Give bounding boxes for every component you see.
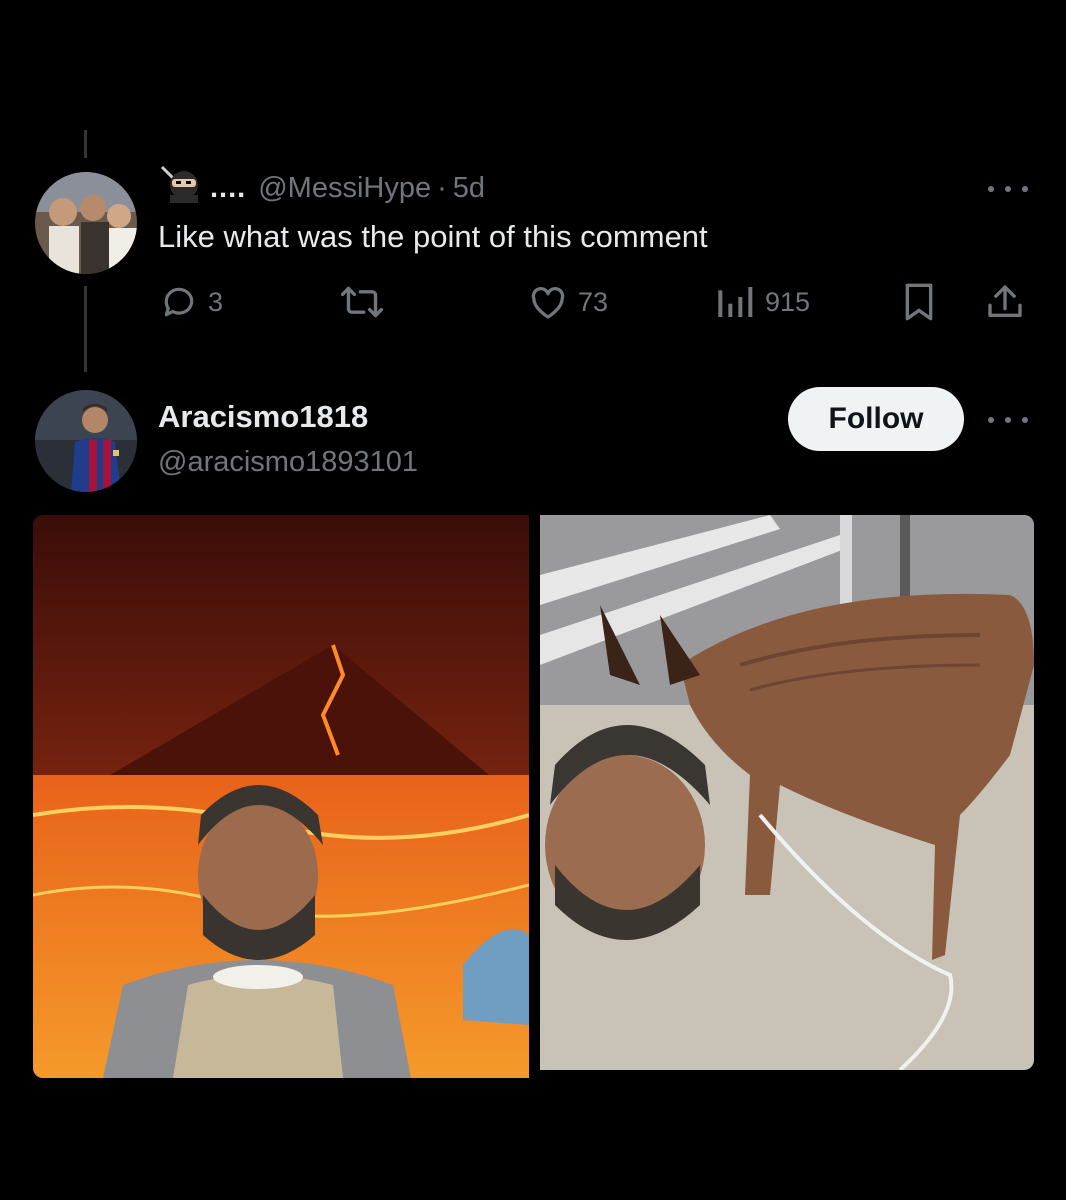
- reply-text: Like what was the point of this comment: [158, 219, 708, 254]
- like-button[interactable]: 73: [528, 282, 608, 322]
- suggested-user-avatar[interactable]: [35, 390, 137, 492]
- suggested-user-more-icon[interactable]: [988, 414, 1028, 426]
- ninja-emoji-icon: [158, 165, 202, 211]
- suggested-user-name[interactable]: Aracismo1818: [158, 399, 368, 435]
- post-image-right[interactable]: [540, 515, 1034, 1070]
- reply-handle[interactable]: @MessiHype: [258, 172, 431, 205]
- reply-button[interactable]: 3: [160, 282, 223, 322]
- retweet-icon: [340, 283, 384, 321]
- bookmark-icon: [900, 282, 938, 322]
- reply-icon: [160, 283, 198, 321]
- reply-author-avatar[interactable]: [35, 172, 137, 274]
- views-count: 915: [765, 286, 811, 317]
- reply-display-name[interactable]: ....: [210, 172, 246, 205]
- views-icon: [715, 283, 755, 321]
- reply-more-icon[interactable]: [988, 183, 1028, 195]
- follow-button[interactable]: Follow: [788, 387, 964, 451]
- reply-separator: ·: [437, 171, 447, 204]
- heart-icon: [528, 283, 568, 321]
- share-icon: [985, 282, 1025, 322]
- like-count: 73: [578, 286, 609, 317]
- thread-line-bottom: [84, 286, 87, 372]
- reply-header: .... @MessiHype · 5d: [158, 165, 485, 206]
- post-image-left[interactable]: [33, 515, 529, 1078]
- thread-line-top: [84, 130, 87, 158]
- bookmark-button[interactable]: [900, 282, 938, 322]
- suggested-user-handle[interactable]: @aracismo1893101: [158, 446, 418, 479]
- reply-time[interactable]: 5d: [453, 172, 485, 205]
- share-button[interactable]: [985, 282, 1025, 322]
- reply-count: 3: [208, 286, 224, 317]
- views-button[interactable]: 915: [715, 282, 810, 322]
- retweet-button[interactable]: [340, 282, 384, 322]
